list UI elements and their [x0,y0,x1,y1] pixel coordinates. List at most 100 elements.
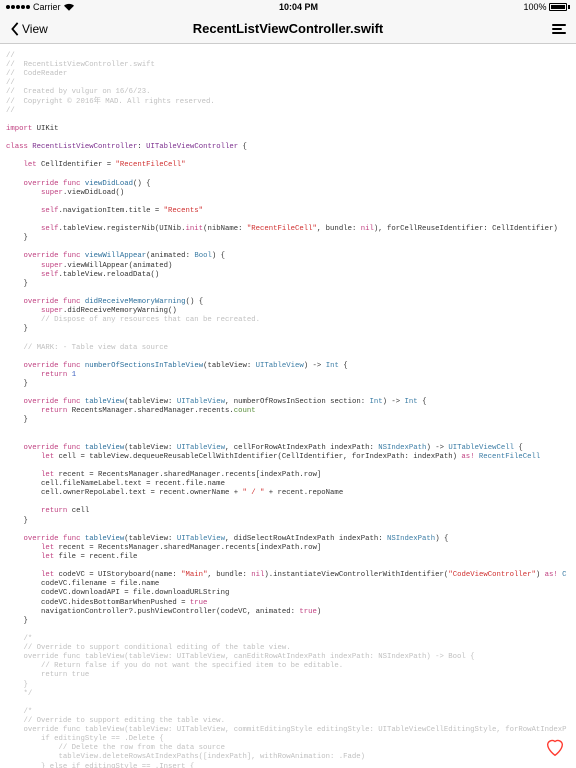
heart-icon [544,736,566,758]
t: } [24,380,28,388]
t: () { [133,180,151,188]
str: "Main" [181,571,207,579]
comment: /* [24,635,33,643]
back-label: View [22,22,48,36]
signal-icon [6,5,30,9]
code-line: // [6,107,15,115]
t: codeVC.hidesBottomBarWhenPushed = [41,599,190,607]
kw: func [63,444,81,452]
comment: // Delete the row from the data source [24,744,225,752]
t: ) -> [426,444,448,452]
comment: override func tableView(tableView: UITab… [24,726,567,734]
kw: class [6,143,28,151]
code-line: // CodeReader [6,70,67,78]
t: .viewWillAppear(animated) [63,262,172,270]
t: .viewDidLoad() [63,189,124,197]
fn: tableView [85,398,124,406]
self: super [41,262,63,270]
code-viewer[interactable]: // // RecentListViewController.swift // … [0,44,576,768]
back-button[interactable]: View [10,22,48,36]
comment: // Override to support editing the table… [24,717,225,725]
kw: as! [461,453,474,461]
type: Bool [194,252,212,260]
fn: viewWillAppear [85,252,146,260]
comment: if editingStyle == .Delete { [24,735,164,743]
nav-bar: View RecentListViewController.swift [0,14,576,44]
kw: func [63,180,81,188]
kw: let [41,544,54,552]
t: cell [67,507,89,515]
t: recent = RecentsManager.sharedManager.re… [54,544,321,552]
t: codeVC = UIStoryboard(name: [54,571,181,579]
kw: func [63,298,81,306]
carrier-label: Carrier [33,2,61,12]
t: ) { [212,252,225,260]
fn: numberOfSectionsInTableView [85,362,203,370]
t: , [225,398,234,406]
fn: didReceiveMemoryWarning [85,298,186,306]
t: CellIdentifier = [37,161,116,169]
type: C [558,571,567,579]
kw: true [190,599,208,607]
kw: func [63,398,81,406]
num: 1 [67,371,76,379]
t: : [137,143,146,151]
t: (tableView: [124,444,177,452]
t: (animated: [146,252,194,260]
t: , bundle: [207,571,251,579]
comment: */ [24,690,33,698]
fn: tableView [85,535,124,543]
comment: } else if editingStyle == .Insert { [24,763,195,768]
kw: func [63,362,81,370]
t: } [24,416,28,424]
fn: tableView [85,444,124,452]
wifi-icon [64,3,74,11]
t: (tableView: [124,535,177,543]
comment: override func tableView(tableView: UITab… [24,653,475,661]
t: navigationController?.pushViewController… [41,608,299,616]
t: .tableView.reloadData() [59,271,160,279]
type: UITableView [177,535,225,543]
self: super [41,189,63,197]
type: NSIndexPath [378,444,426,452]
t: codeVC.downloadAPI = file.downloadURLStr… [41,589,229,597]
kw: override [24,180,59,188]
t: , [225,444,234,452]
favorite-button[interactable] [544,736,566,758]
code-line: // [6,52,15,60]
str: " / " [242,489,264,497]
comment: // MARK: - Table view data source [24,344,169,352]
t: (tableView: [203,362,256,370]
t: } [24,517,28,525]
t: ), forCellReuseIdentifier: CellIdentifie… [374,225,558,233]
t: cell.ownerRepoLabel.text = recent.ownerN… [41,489,242,497]
t: { [418,398,427,406]
str: "Recents" [164,207,203,215]
menu-button[interactable] [552,24,566,34]
t: ) [536,571,545,579]
status-right: 100% [523,2,570,12]
kw: override [24,444,59,452]
code-line: // [6,79,15,87]
t: cell = tableView.dequeueReusableCellWith… [54,453,461,461]
type: RecentFileCell [475,453,541,461]
t: ).instantiateViewControllerWithIdentifie… [264,571,448,579]
kw: let [41,471,54,479]
type: UITableView [256,362,304,370]
t: } [24,280,28,288]
t: (nibName: [203,225,247,233]
type: Int [405,398,418,406]
type: NSIndexPath [387,535,435,543]
t: , bundle: [317,225,361,233]
fn: viewDidLoad [85,180,133,188]
self: super [41,307,63,315]
nil: nil [251,571,264,579]
t: recent = RecentsManager.sharedManager.re… [54,471,321,479]
battery-percent: 100% [523,2,546,12]
kw: override [24,398,59,406]
kw: func [63,252,81,260]
kw: let [24,161,37,169]
kw: override [24,535,59,543]
t: , [225,535,234,543]
kw: as! [545,571,558,579]
